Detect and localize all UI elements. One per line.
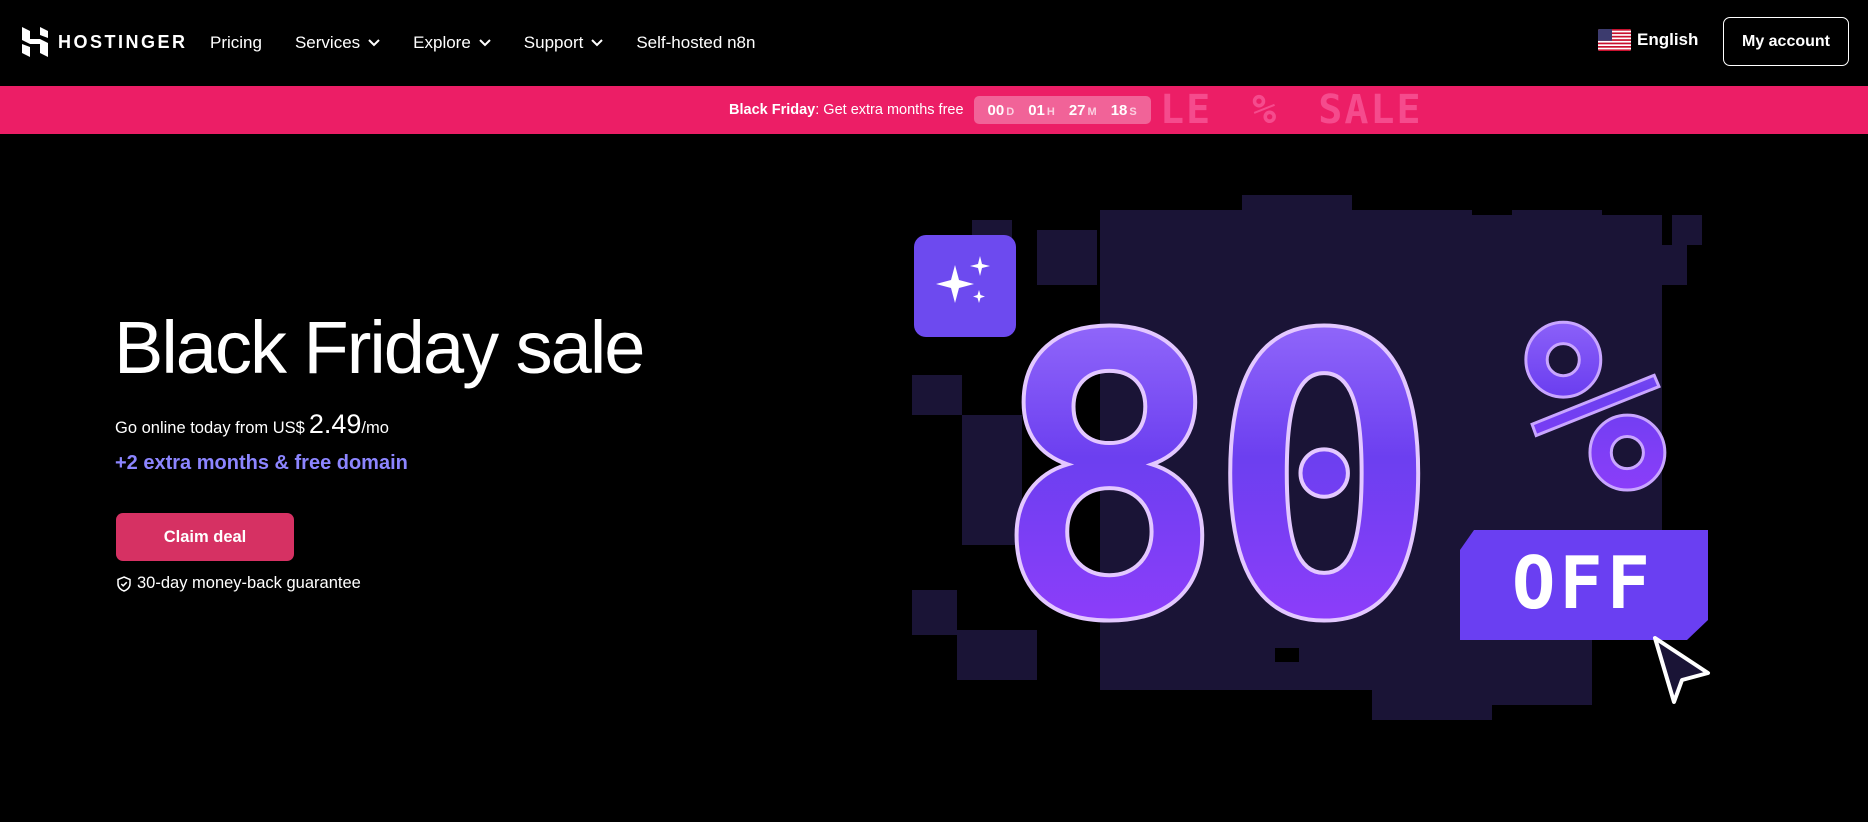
nav-label: Explore xyxy=(413,33,471,52)
countdown-value: 27 xyxy=(1068,101,1086,119)
nav-support[interactable]: Support xyxy=(524,33,604,53)
chevron-down-icon xyxy=(479,39,491,47)
shield-check-icon xyxy=(117,575,131,592)
nav-explore[interactable]: Explore xyxy=(413,33,491,53)
hero-subtitle: Go online today from US$ 2.49/mo xyxy=(115,409,389,440)
nav-pricing[interactable]: Pricing xyxy=(210,33,262,53)
banner-content: Black Friday: Get extra months free 00 D … xyxy=(729,86,1151,134)
countdown-days: 00 D xyxy=(988,102,1015,119)
countdown-unit: H xyxy=(1046,105,1055,118)
my-account-button[interactable]: My account xyxy=(1723,17,1849,66)
nav-label: Services xyxy=(294,33,361,52)
language-label: English xyxy=(1637,30,1699,49)
banner-decoration: LE % SALE xyxy=(1160,86,1423,134)
nav-label: Self-hosted n8n xyxy=(636,33,756,52)
countdown-value: 01 xyxy=(1028,101,1045,119)
claim-deal-button[interactable]: Claim deal xyxy=(116,513,294,561)
chevron-down-icon xyxy=(591,39,604,47)
hero-title: Black Friday sale xyxy=(114,306,645,389)
guarantee-text: 30-day money-back guarantee xyxy=(137,574,361,592)
countdown-value: 00 xyxy=(987,101,1005,119)
banner-deco-text: LE xyxy=(1160,87,1213,133)
banner-deco-text: SALE xyxy=(1318,87,1423,133)
countdown-minutes: 27 M xyxy=(1069,102,1097,119)
nav-label: Pricing xyxy=(210,33,262,52)
percent-text: % xyxy=(1522,267,1667,547)
banner-text: Black Friday: Get extra months free xyxy=(729,102,964,118)
cursor-arrow-icon xyxy=(1653,636,1710,704)
countdown-unit: D xyxy=(1006,105,1015,118)
countdown-unit: M xyxy=(1087,105,1097,118)
main-nav: Pricing Services Explore Support Self-ho… xyxy=(210,0,788,86)
big-80-text: 80 xyxy=(992,253,1422,707)
brand-name: HOSTINGER xyxy=(58,31,188,52)
site-header: HOSTINGER Pricing Services Explore Suppo… xyxy=(0,0,1868,86)
language-selector[interactable]: English xyxy=(1598,29,1698,51)
us-flag-icon xyxy=(1598,29,1631,51)
promo-banner[interactable]: LE % SALE Black Friday: Get extra months… xyxy=(0,86,1868,134)
countdown-unit: S xyxy=(1129,105,1137,118)
promo-80-off-graphic: 80 % OFF xyxy=(912,195,1710,720)
nav-services[interactable]: Services xyxy=(295,33,380,53)
off-badge-text: OFF xyxy=(1512,541,1654,625)
hero-price-suffix: /mo xyxy=(361,419,389,437)
countdown-hours: 01 H xyxy=(1028,102,1055,119)
banner-deco-text: % xyxy=(1252,87,1279,133)
nav-self-hosted-n8n[interactable]: Self-hosted n8n xyxy=(636,33,755,53)
banner-message: : Get extra months free xyxy=(815,102,964,118)
nav-label: Support xyxy=(523,33,584,52)
countdown-seconds: 18 S xyxy=(1111,102,1137,119)
banner-bold: Black Friday xyxy=(729,102,816,118)
chevron-down-icon xyxy=(368,39,380,47)
hostinger-logo[interactable]: HOSTINGER xyxy=(22,27,188,57)
countdown-value: 18 xyxy=(1110,101,1128,119)
hostinger-logo-icon xyxy=(22,27,48,57)
money-back-guarantee: 30-day money-back guarantee xyxy=(116,574,361,593)
countdown-timer: 00 D 01 H 27 M 18 S xyxy=(973,96,1151,124)
hero-subtitle-prefix: Go online today from US$ xyxy=(115,419,305,437)
hero-price: 2.49 xyxy=(308,409,362,439)
hero-extra-offer: +2 extra months & free domain xyxy=(115,452,408,474)
